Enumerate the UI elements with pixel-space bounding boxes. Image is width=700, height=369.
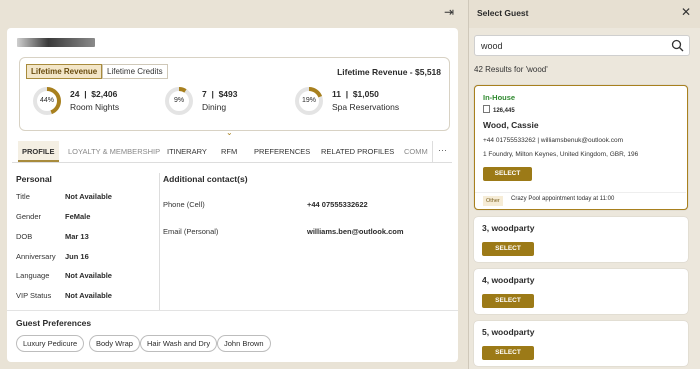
anniversary-value: Jun 16 bbox=[65, 252, 89, 261]
spa-percent: 19% bbox=[301, 97, 316, 104]
tab-loyalty[interactable]: LOYALTY & MEMBERSHIP bbox=[68, 141, 160, 162]
guest-name: 4, woodparty bbox=[482, 275, 535, 285]
guest-photo bbox=[17, 38, 95, 47]
dob-value: Mar 13 bbox=[65, 232, 89, 241]
guest-card[interactable]: 5, woodparty SELECT bbox=[474, 321, 688, 366]
more-tabs-icon[interactable]: ··· bbox=[432, 141, 452, 162]
anniversary-label: Anniversary bbox=[16, 252, 56, 261]
select-button[interactable]: SELECT bbox=[482, 242, 534, 256]
in-house-status: In-House bbox=[483, 93, 516, 102]
language-value: Not Available bbox=[65, 271, 112, 280]
vip-status-value: Not Available bbox=[65, 291, 112, 300]
language-label: Language bbox=[16, 271, 50, 280]
dob-label: DOB bbox=[16, 232, 33, 241]
tab-lifetime-credits[interactable]: Lifetime Credits bbox=[102, 64, 168, 79]
preference-chip[interactable]: Hair Wash and Dry bbox=[140, 335, 218, 352]
email-value: williams.ben@outlook.com bbox=[307, 227, 404, 236]
id-card-icon bbox=[483, 105, 490, 113]
guest-card[interactable]: In-House 126,445 Wood, Cassie +44 017555… bbox=[474, 85, 688, 210]
select-button[interactable]: SELECT bbox=[482, 294, 534, 308]
tab-comm[interactable]: COMM bbox=[404, 141, 428, 162]
guest-address: 1 Foundry, Milton Keynes, United Kingdom… bbox=[483, 151, 639, 158]
guest-note-row: Other Crazy Pool appointment today at 11… bbox=[475, 192, 686, 207]
collapse-panel-icon[interactable]: ⇥ bbox=[444, 5, 460, 19]
dining-label: Dining bbox=[202, 102, 227, 112]
dining-percent: 9% bbox=[173, 97, 185, 104]
profile-topbar: ⇥ bbox=[0, 0, 468, 28]
guest-profile-area: ⇥ Lifetime Revenue Lifetime Credits Life… bbox=[0, 0, 468, 369]
column-divider bbox=[159, 173, 160, 310]
revenue-summary: Lifetime Revenue Lifetime Credits Lifeti… bbox=[19, 57, 450, 131]
search-value[interactable]: wood bbox=[481, 41, 503, 51]
gender-label: Gender bbox=[16, 212, 42, 221]
phone-value: +44 07555332622 bbox=[307, 200, 368, 209]
note-text: Crazy Pool appointment today at 11:00 bbox=[511, 196, 615, 202]
tab-lifetime-revenue[interactable]: Lifetime Revenue bbox=[26, 64, 103, 79]
select-button[interactable]: SELECT bbox=[483, 167, 532, 181]
guest-preferences-heading: Guest Preferences bbox=[16, 318, 92, 328]
preference-chip[interactable]: John Brown bbox=[217, 335, 271, 352]
profile-card: Lifetime Revenue Lifetime Credits Lifeti… bbox=[7, 28, 458, 362]
results-count: 42 Results for 'wood' bbox=[474, 65, 548, 74]
note-tag: Other bbox=[483, 196, 503, 206]
guest-name: 3, woodparty bbox=[482, 223, 535, 233]
room-nights-values: 24 | $2,406 bbox=[70, 89, 118, 99]
panel-title: Select Guest bbox=[477, 8, 529, 18]
tab-profile[interactable]: PROFILE bbox=[18, 141, 59, 162]
gender-value: FeMale bbox=[65, 212, 91, 221]
tab-related-profiles[interactable]: RELATED PROFILES bbox=[321, 141, 394, 162]
select-guest-panel: Select Guest ✕ wood 42 Results for 'wood… bbox=[468, 0, 700, 369]
contacts-heading: Additional contact(s) bbox=[163, 174, 248, 184]
guest-name: Wood, Cassie bbox=[483, 120, 539, 130]
dining-values: 7 | $493 bbox=[202, 89, 238, 99]
guest-id: 126,445 bbox=[493, 108, 515, 114]
guest-contact: +44 01755533262 | williamsbenuk@outlook.… bbox=[483, 137, 624, 144]
tab-itinerary[interactable]: ITINERARY bbox=[167, 141, 207, 162]
tab-rfm[interactable]: RFM bbox=[221, 141, 237, 162]
guest-card[interactable]: 3, woodparty SELECT bbox=[474, 217, 688, 262]
preference-chip[interactable]: Luxury Pedicure bbox=[16, 335, 85, 352]
vip-status-label: VIP Status bbox=[16, 291, 52, 300]
panel-header: Select Guest ✕ bbox=[469, 0, 700, 28]
email-label: Email (Personal) bbox=[163, 227, 219, 236]
search-icon[interactable] bbox=[671, 39, 684, 52]
guest-card[interactable]: 4, woodparty SELECT bbox=[474, 269, 688, 314]
section-divider bbox=[7, 310, 458, 311]
preference-chip[interactable]: Body Wrap bbox=[89, 335, 140, 352]
tab-preferences[interactable]: PREFERENCES bbox=[254, 141, 310, 162]
personal-heading: Personal bbox=[16, 174, 52, 184]
room-nights-label: Room Nights bbox=[70, 102, 120, 112]
guest-search-input[interactable]: wood bbox=[474, 35, 690, 56]
phone-label: Phone (Cell) bbox=[163, 200, 205, 209]
chevron-down-icon[interactable]: ⌄ bbox=[226, 128, 233, 137]
profile-tabs: PROFILE LOYALTY & MEMBERSHIP ITINERARY R… bbox=[12, 141, 452, 163]
spa-label: Spa Reservations bbox=[332, 102, 400, 112]
title-label: Title bbox=[16, 192, 30, 201]
lifetime-revenue-total: Lifetime Revenue - $5,518 bbox=[337, 67, 441, 77]
guest-name: 5, woodparty bbox=[482, 327, 535, 337]
guest-id-row: 126,445 bbox=[483, 105, 515, 114]
select-button[interactable]: SELECT bbox=[482, 346, 534, 360]
title-value: Not Available bbox=[65, 192, 112, 201]
close-icon[interactable]: ✕ bbox=[681, 5, 691, 19]
room-nights-percent: 44% bbox=[39, 97, 54, 104]
spa-values: 11 | $1,050 bbox=[332, 89, 379, 99]
